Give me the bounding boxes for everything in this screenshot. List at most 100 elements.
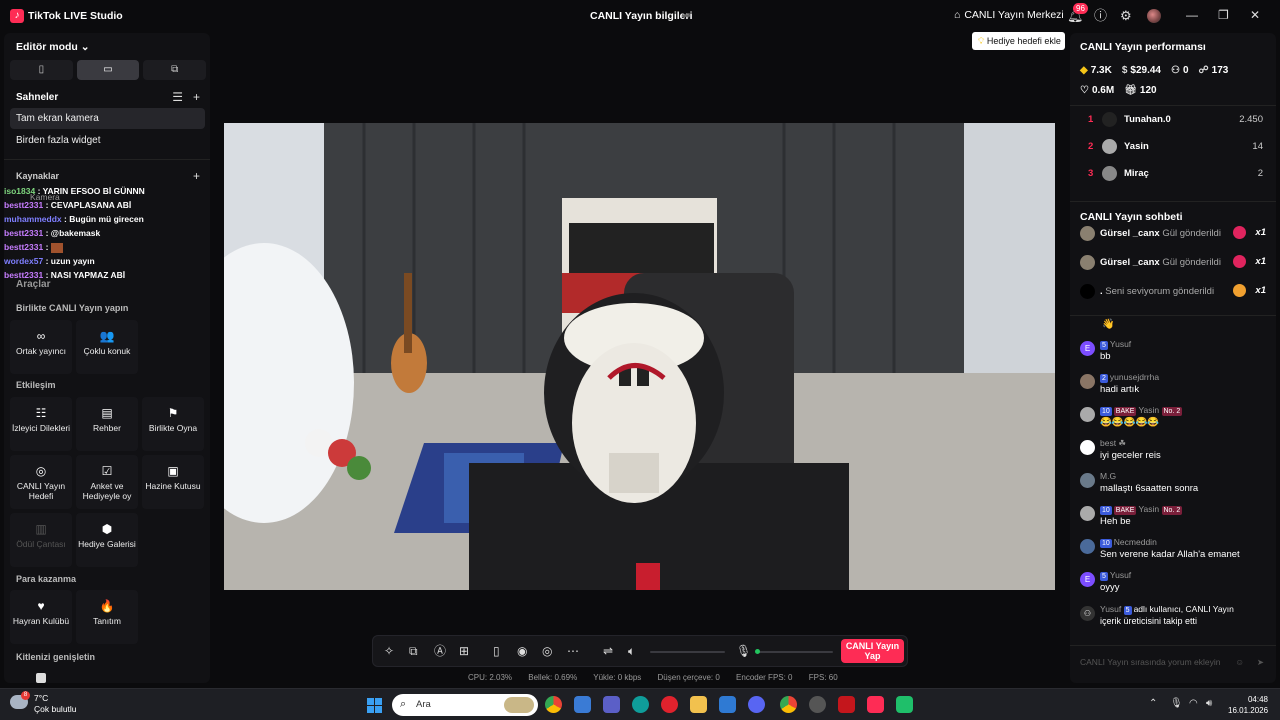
obs-icon[interactable] (809, 696, 826, 713)
emoji-icon[interactable]: ☺ (1235, 653, 1244, 671)
minimize-button[interactable]: — (1186, 8, 1198, 22)
chrome-icon[interactable] (545, 696, 562, 713)
ranking-row[interactable]: 3 Miraç 2 (1082, 164, 1267, 184)
windows-start-icon[interactable] (367, 698, 382, 713)
gift-icon: 🎁︎ (1124, 85, 1137, 96)
volume-icon[interactable]: 🔊︎ (1206, 698, 1212, 709)
tool-promote[interactable]: 🔥 Tanıtım (76, 590, 138, 644)
avatar (1102, 139, 1117, 154)
wifi-icon[interactable]: ◠ (1189, 698, 1198, 709)
divider (1070, 315, 1276, 316)
edge-icon[interactable] (632, 696, 649, 713)
tiktok-taskbar-icon[interactable] (867, 696, 884, 713)
layout-dual-tab[interactable]: ⧉ (143, 60, 207, 80)
heart-outline-icon: ♡ (1080, 85, 1089, 96)
settings-gear-icon[interactable]: ⚙ (1120, 8, 1132, 24)
store-icon[interactable] (574, 696, 591, 713)
tool-play-together[interactable]: ⚑ Birlikte Oyna (142, 397, 204, 451)
clock[interactable]: 04:48 16.01.2026 (1228, 694, 1268, 716)
performance-row-2: ♡ 0.6M 🎁︎ 120 (1080, 85, 1157, 96)
expand-tool-icon[interactable] (36, 673, 46, 683)
tool-multi-guest[interactable]: 👥 Çoklu konuk (76, 320, 138, 374)
live-center-button[interactable]: ⌂ CANLI Yayın Merkezi (954, 9, 1064, 21)
avatar (1080, 539, 1095, 554)
search-highlight-image (504, 697, 534, 713)
mic-slider[interactable] (758, 651, 833, 653)
share-icon[interactable]: ➦ (682, 9, 691, 22)
left-panel: Editör modu ⌄ ▯ ▭ ⧉ Sahneler ☰ + Tam ekr… (4, 33, 210, 683)
lightbulb-icon: 💡︎ (978, 36, 985, 46)
sources-title: Kaynaklar (16, 171, 60, 181)
youtube-icon[interactable] (838, 696, 855, 713)
tool-reward-bag[interactable]: ▥ Ödül Çantası (10, 513, 72, 567)
tool-treasure-box[interactable]: ▣ Hazine Kutusu (142, 455, 204, 509)
editor-mode-dropdown[interactable]: Editör modu ⌄ (16, 41, 90, 53)
microphone-tray-icon[interactable]: 🎙︎ (1170, 698, 1183, 709)
tool-gift-gallery[interactable]: ⬢ Hediye Galerisi (76, 513, 138, 567)
tool-live-goal[interactable]: ◎ CANLI Yayın Hedefi (10, 455, 72, 509)
phone-layout-icon[interactable]: ▯ (493, 644, 500, 658)
add-scene-icon[interactable]: + (193, 90, 200, 104)
link-icon: ∞ (36, 329, 46, 343)
layout-horizontal-tab[interactable]: ▭ (76, 60, 140, 80)
speaker-icon[interactable]: 🔈︎ (628, 644, 635, 658)
more-icon[interactable]: ⋯ (567, 644, 579, 658)
tool-fan-club[interactable]: ♥ Hayran Kulübü (10, 590, 72, 644)
mic-level-dot[interactable] (755, 649, 760, 654)
teams-icon[interactable] (603, 696, 620, 713)
tool-guide[interactable]: ▤ Rehber (76, 397, 138, 451)
whatsapp-icon[interactable] (896, 696, 913, 713)
fps-stat: FPS: 60 (808, 673, 838, 682)
gift-goal-button[interactable]: 💡︎ Hediye hedefi ekle (972, 32, 1065, 50)
avatar: E (1080, 572, 1095, 587)
send-icon[interactable]: ➤ (1257, 653, 1264, 671)
overlay-line: muhammeddx : Bugün mü girecen (4, 214, 144, 224)
encoder-fps-stat: Encoder FPS: 0 (736, 673, 793, 682)
magic-wand-icon[interactable]: ✧ (384, 644, 394, 658)
chevron-up-icon[interactable]: ⌃ (1149, 698, 1157, 709)
chat-input[interactable]: CANLI Yayın sırasında yorum ekleyin ☺ ➤ (1078, 653, 1268, 671)
follower-icon: ⚇ (1170, 65, 1180, 76)
opera-icon[interactable] (661, 696, 678, 713)
ranking-row[interactable]: 1 Tunahan.0 2.450 (1082, 110, 1267, 130)
overlay-line: wordex57 : uzun yayın (4, 256, 95, 266)
guide-icon: ▤ (101, 406, 113, 420)
mail-icon[interactable] (719, 696, 736, 713)
layout-vertical-tab[interactable]: ▯ (10, 60, 73, 80)
microphone-icon[interactable]: 🎙︎ (736, 644, 751, 658)
camera-preview[interactable] (224, 123, 1055, 590)
list-icon[interactable]: ☰ (172, 90, 183, 104)
add-source-icon[interactable]: + (193, 169, 200, 183)
discord-icon[interactable] (748, 696, 765, 713)
tool-co-host[interactable]: ∞ Ortak yayıncı (10, 320, 72, 374)
chat-input-placeholder: CANLI Yayın sırasında yorum ekleyin (1080, 657, 1221, 667)
group-expand: Kitlenizi genişletin (16, 652, 96, 662)
camera-settings-icon[interactable]: ◎ (542, 644, 552, 658)
record-icon[interactable]: ◉ (517, 644, 527, 658)
ai-effects-icon[interactable]: Ⓐ (434, 644, 446, 658)
scene-item[interactable]: Birden fazla widget (10, 130, 205, 151)
scene-item[interactable]: Tam ekran kamera (10, 108, 205, 129)
file-explorer-icon[interactable] (690, 696, 707, 713)
volume-slider[interactable] (650, 651, 725, 653)
live-info-button[interactable]: CANLI Yayın bilgileri (590, 10, 693, 22)
add-media-icon[interactable]: ⊞ (459, 644, 469, 658)
help-icon[interactable]: ⓘ (1094, 8, 1107, 24)
close-button[interactable]: ✕ (1250, 8, 1260, 22)
ranking-row[interactable]: 2 Yasin 14 (1082, 137, 1267, 157)
temperature: 7°C (34, 693, 49, 703)
chrome-active-icon[interactable] (780, 696, 797, 713)
tool-viewer-wishes[interactable]: ☷ İzleyici Dilekleri (10, 397, 72, 451)
date: 16.01.2026 (1228, 706, 1269, 715)
sliders-icon[interactable]: ⇌ (603, 644, 613, 658)
windows-taskbar: 8 7°C Çok bulutlu ⌕ Ara ⌃ 🎙︎ ◠ 🔊︎ 04:48 … (0, 688, 1280, 720)
restore-button[interactable]: ❐ (1218, 8, 1229, 22)
tool-poll[interactable]: ☑ Anket ve Hediyeyle oy (76, 455, 138, 509)
scenes-title: Sahneler (16, 92, 59, 103)
taskbar-search[interactable]: ⌕ Ara (392, 694, 538, 716)
profile-avatar[interactable] (1147, 9, 1161, 23)
screen-capture-icon[interactable]: ⧉ (409, 644, 418, 658)
dropped-frames-stat: Düşen çerçeve: 0 (657, 673, 720, 682)
go-live-button[interactable]: CANLI Yayın Yap (841, 639, 904, 663)
overlay-line: bestt2331 : CEVAPLASANA ABİ (4, 200, 132, 210)
